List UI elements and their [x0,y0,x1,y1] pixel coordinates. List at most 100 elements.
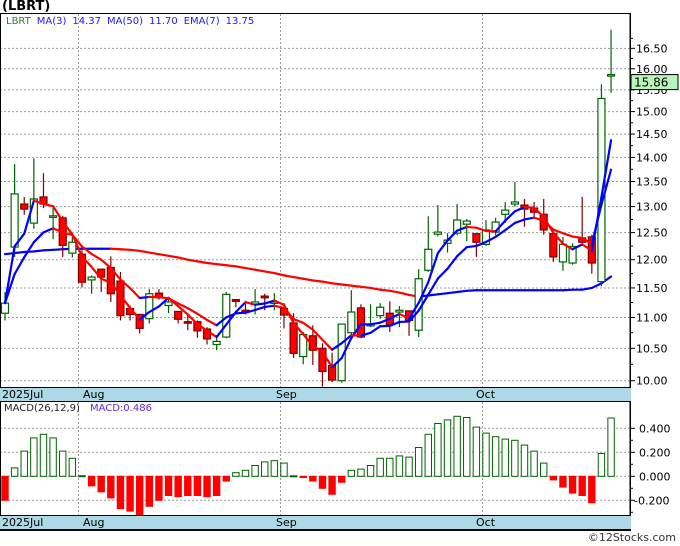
date-label-jul: 2025Jul [2,516,44,529]
ma50-segment [292,275,305,280]
macd-bar [174,475,182,498]
candle-body [87,276,96,281]
macd-bar [135,475,144,516]
macd-tick-label: 0.000 [639,470,671,483]
candle [347,290,356,335]
legend-ema7-label: EMA(7) [183,16,220,27]
macd-bar [568,475,577,494]
ma3-segment [436,239,449,255]
candle-body [462,220,471,225]
candle-body [10,193,19,248]
chart-title: (LBRT) [2,0,51,14]
candle-body [260,295,269,299]
price-tick-label: 11.00 [636,311,668,324]
macd-bar [463,417,471,477]
ema7-segment [138,295,151,300]
macd-bar [203,475,211,498]
ma50-segment [215,263,228,267]
date-label-oct: Oct [476,388,496,401]
ma3-segment [369,321,382,326]
candle [29,158,38,229]
ema7-segment [302,321,314,331]
macd-tick-label: 0.400 [639,422,671,435]
macd-bar [241,469,250,477]
candle [145,289,154,324]
candle-body [212,340,221,346]
candle [433,205,442,237]
date-label-aug: Aug [83,388,105,401]
macd-bar [126,475,134,512]
ma50-segment [13,250,26,255]
ma50-segment [330,282,343,286]
ma50-segment [148,251,161,256]
ema7-segment [42,227,55,234]
candle-body [48,215,58,218]
macd-bar [588,475,596,504]
macd-bar [357,468,365,477]
macd-bar [501,438,509,477]
ema7-segment [571,235,584,240]
macd-bar [540,462,548,477]
ema7-segment [513,218,526,225]
ema7-segment [263,304,276,309]
ma50-segment [196,260,209,265]
macd-bar [164,475,173,496]
macd-bar [491,436,500,477]
ma3-segment [523,205,536,209]
macd-bar [212,475,221,496]
ma50-segment [263,270,276,275]
ma3-segment [475,226,488,233]
candle [462,218,471,242]
ema7-segment [456,246,468,258]
macd-bar [309,475,317,482]
price-tick-label: 14.50 [636,128,668,141]
ma50-segment [350,284,363,288]
grid-lines [0,14,630,515]
macd-bar [155,475,163,501]
ma50-segment [581,286,593,291]
stock-chart: 10.00 10.50 11.00 11.50 12.00 12.50 13.00 13.50… [0,13,679,531]
ma50-segment [42,248,55,252]
price-tick-label: 14.00 [636,151,668,164]
macd-bar [270,460,279,477]
ema7-segment [196,312,209,322]
candle [106,256,115,302]
ma50-segment [369,286,382,291]
ema7-segment [100,258,112,270]
ema7-segment [523,216,536,221]
ema7-segment [436,267,449,280]
price-tick-label: 15.00 [636,106,668,119]
candle-body [472,233,481,243]
ma50-segment [379,288,391,292]
macd-bar [482,432,490,477]
macd-bar [184,475,192,496]
ma50-segment [456,289,468,294]
candle-body [20,203,29,210]
macd-bar [395,455,404,477]
legend-ma50-value: 11.70 [149,16,178,27]
ma50-segment [225,264,237,268]
ema7-segment [465,244,478,249]
macd-bar [261,461,269,477]
macd-bar [559,475,567,488]
candle-body [606,73,616,77]
candle-body [376,306,385,317]
candle [568,243,577,265]
date-label-sep: Sep [276,388,297,401]
candle-body [433,231,442,235]
macd-bar [68,457,77,477]
date-axis-main: 2025Jul Aug Sep Oct [0,387,631,402]
candle-body [183,321,192,324]
ma3-segment [254,302,266,306]
ma50-segment [167,254,180,259]
ma50-segment [561,288,574,292]
ma50-segment [234,265,247,270]
macd-bar [347,469,356,477]
macd-bar [1,475,9,501]
candle [424,216,433,272]
candle [20,196,29,215]
price-tick-label: 10.50 [636,342,668,355]
ema7-segment [186,307,199,315]
ma50-segment [273,272,286,277]
macd-bar [424,433,432,477]
